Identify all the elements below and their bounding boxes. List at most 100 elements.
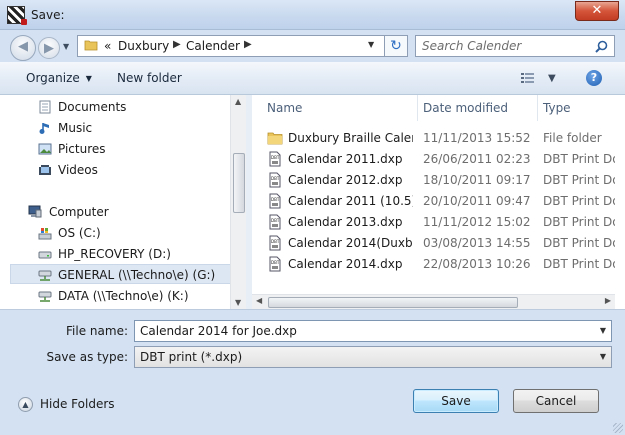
file-name: Calendar 2014.dxp — [288, 257, 403, 271]
file-row[interactable]: DBT Calendar 2011.dxp 26/06/2011 02:23 D… — [252, 148, 615, 169]
save-as-type-select[interactable]: DBT print (*.dxp) ▼ — [134, 346, 612, 368]
file-row[interactable]: Duxbury Braille Calen... 11/11/2013 15:5… — [252, 127, 615, 148]
svg-text:DBT: DBT — [271, 239, 280, 244]
file-date: 22/08/2013 10:26 — [423, 257, 531, 271]
nav-item-pictures[interactable]: Pictures — [10, 139, 232, 159]
column-divider[interactable] — [537, 95, 538, 121]
computer-icon — [28, 205, 42, 218]
nav-item-music[interactable]: Music — [10, 118, 232, 138]
file-date: 11/11/2013 15:52 — [423, 131, 531, 145]
chevron-down-icon[interactable]: ▼ — [600, 352, 606, 361]
duxbury-app-icon — [7, 6, 27, 25]
nav-item-videos[interactable]: Videos — [10, 160, 232, 180]
nav-item-hp-recovery[interactable]: HP_RECOVERY (D:) — [10, 244, 232, 264]
nav-item-label: Music — [58, 121, 93, 135]
column-divider[interactable] — [417, 95, 418, 121]
resize-grip-icon[interactable] — [613, 423, 623, 433]
file-list-horizontal-scrollbar[interactable]: ◀ ▶ — [252, 294, 615, 309]
network-drive-icon — [38, 291, 52, 302]
scrollbar-thumb[interactable] — [268, 297, 518, 308]
file-row[interactable]: DBT Calendar 2013.dxp 11/11/2012 15:02 D… — [252, 211, 615, 232]
svg-text:DBT: DBT — [271, 176, 280, 181]
svg-text:DBT: DBT — [271, 155, 280, 160]
file-list[interactable]: Name ^ Date modified Type Duxbury Braill… — [252, 95, 615, 309]
new-folder-button[interactable]: New folder — [117, 71, 182, 85]
scroll-up-icon[interactable]: ▲ — [235, 97, 241, 106]
file-row[interactable]: DBT Calendar 2011 (10.5).... 20/10/2011 … — [252, 190, 615, 211]
file-row[interactable]: DBT Calendar 2012.dxp 18/10/2011 09:17 D… — [252, 169, 615, 190]
help-icon: ? — [590, 71, 598, 84]
organize-button[interactable]: Organize ▼ — [26, 71, 92, 85]
dbt-file-icon: DBT — [269, 172, 281, 188]
file-name: Duxbury Braille Calen... — [288, 131, 413, 145]
breadcrumb-separator-icon[interactable]: ▶ — [173, 39, 181, 50]
file-name: Calendar 2014(Duxbu... — [288, 236, 413, 250]
file-row[interactable]: DBT Calendar 2014.dxp 22/08/2013 10:26 D… — [252, 253, 615, 274]
address-dropdown-icon[interactable]: ▼ — [368, 40, 374, 49]
file-date: 18/10/2011 09:17 — [423, 173, 531, 187]
breadcrumb-separator-icon[interactable]: ▶ — [244, 39, 252, 50]
nav-item-os-drive[interactable]: OS (C:) — [10, 223, 232, 243]
chevron-down-icon[interactable]: ▼ — [600, 326, 606, 335]
file-type: DBT Print Doc — [543, 215, 615, 229]
svg-text:DBT: DBT — [271, 218, 280, 223]
chevron-down-icon: ▼ — [548, 73, 556, 84]
scroll-left-icon[interactable]: ◀ — [256, 296, 262, 305]
scroll-down-icon[interactable]: ▼ — [235, 298, 241, 307]
search-box[interactable] — [415, 35, 615, 57]
save-as-type-label: Save as type: — [46, 350, 128, 364]
breadcrumb-calender[interactable]: Calender — [186, 39, 240, 53]
breadcrumb-duxbury[interactable]: Duxbury — [118, 39, 169, 53]
address-bar[interactable]: « Duxbury ▶ Calender ▶ ▼ — [77, 35, 407, 57]
forward-arrow-icon: ▶ — [44, 41, 54, 56]
filename-field[interactable] — [140, 324, 590, 338]
nav-item-label: Computer — [49, 205, 109, 219]
column-header-date[interactable]: Date modified — [423, 101, 508, 115]
refresh-button[interactable]: ↻ — [384, 35, 408, 57]
command-bar: Organize ▼ New folder ▼ ? — [0, 62, 625, 95]
change-view-button[interactable]: ▼ — [521, 70, 557, 88]
title-bar: Save: ✕ — [0, 0, 625, 30]
nav-item-data-drive[interactable]: DATA (\\Techno\e) (K:) — [10, 286, 232, 306]
chevron-down-icon: ▼ — [85, 74, 92, 83]
nav-item-label: GENERAL (\\Techno\e) (G:) — [58, 268, 216, 282]
scrollbar-thumb[interactable] — [233, 153, 245, 213]
nav-item-label: Documents — [58, 100, 127, 114]
details-view-icon — [521, 73, 534, 83]
file-type: DBT Print Doc — [543, 194, 615, 208]
back-button[interactable]: ◀ — [10, 35, 36, 61]
recent-locations-dropdown-icon[interactable]: ▼ — [63, 42, 69, 51]
close-button[interactable]: ✕ — [575, 1, 619, 21]
column-header-type[interactable]: Type — [543, 101, 571, 115]
svg-text:DBT: DBT — [271, 260, 280, 265]
cancel-button[interactable]: Cancel — [513, 389, 599, 413]
navigation-pane-scrollbar[interactable]: ▲ ▼ — [230, 95, 246, 309]
pictures-icon — [38, 143, 52, 155]
dbt-file-icon: DBT — [269, 193, 281, 209]
back-arrow-icon: ◀ — [18, 39, 28, 54]
close-icon: ✕ — [591, 3, 603, 18]
nav-item-computer[interactable]: Computer — [10, 202, 232, 222]
nav-item-general-drive[interactable]: GENERAL (\\Techno\e) (G:) — [10, 264, 232, 284]
breadcrumb-overflow[interactable]: « — [104, 39, 111, 53]
file-date: 26/06/2011 02:23 — [423, 152, 531, 166]
nav-item-documents[interactable]: Documents — [10, 97, 232, 117]
folder-icon — [84, 40, 98, 51]
dbt-file-icon: DBT — [269, 214, 281, 230]
column-header-name[interactable]: Name — [267, 101, 302, 115]
scroll-right-icon[interactable]: ▶ — [605, 296, 611, 305]
forward-button[interactable]: ▶ — [38, 37, 60, 59]
filename-combobox[interactable]: ▼ — [134, 320, 612, 342]
file-type: DBT Print Doc — [543, 257, 615, 271]
save-button[interactable]: Save — [413, 389, 499, 413]
file-name: Calendar 2011.dxp — [288, 152, 403, 166]
file-name: Calendar 2013.dxp — [288, 215, 403, 229]
search-input[interactable] — [422, 39, 592, 53]
help-button[interactable]: ? — [586, 70, 602, 86]
file-type: DBT Print Doc — [543, 152, 615, 166]
search-icon[interactable] — [595, 40, 608, 53]
file-row[interactable]: DBT Calendar 2014(Duxbu... 03/08/2013 14… — [252, 232, 615, 253]
svg-text:DBT: DBT — [271, 197, 280, 202]
drive-icon — [38, 251, 52, 259]
navigation-pane[interactable]: Documents Music Pictures Videos Computer… — [10, 95, 246, 309]
